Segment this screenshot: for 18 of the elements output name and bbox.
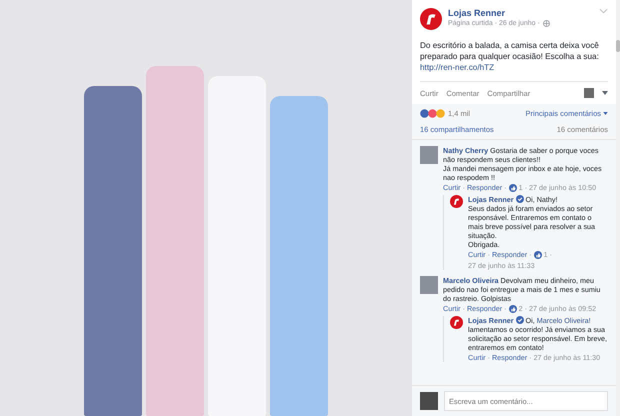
scrollbar-thumb[interactable] (616, 40, 620, 52)
avatar-photo (420, 392, 438, 410)
caret-icon[interactable] (603, 112, 608, 116)
reaction-icons (420, 109, 446, 118)
store-logo-icon (450, 316, 463, 330)
store-logo-icon (450, 195, 463, 208)
globe-icon (542, 20, 550, 27)
like-thumb-icon (508, 304, 517, 313)
avatar-photo (420, 276, 438, 294)
like-thumb-icon (508, 184, 517, 192)
store-logo-icon (420, 8, 442, 30)
avatar-photo (584, 88, 594, 98)
like-thumb-icon (534, 250, 542, 259)
page-name[interactable]: Lojas Renner (448, 8, 593, 18)
caret-icon[interactable] (602, 91, 608, 96)
post-text: Do escritório a balada, a camisa certa deixa você preparado para qualquer ocasião! Escolha a sua: http://ren-ner.co/hTZ (420, 40, 600, 74)
avatar-photo (420, 146, 438, 164)
post-link[interactable]: http://ren-ner.co/hTZ (420, 63, 494, 72)
